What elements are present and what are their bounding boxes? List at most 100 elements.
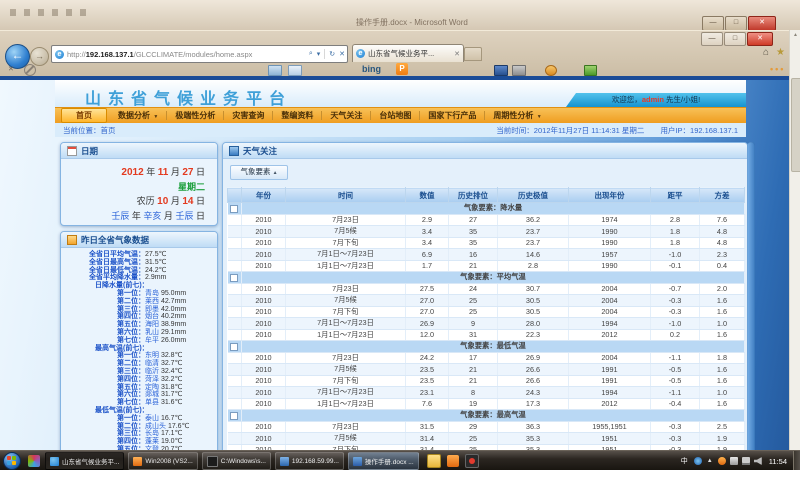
tray-network-globe-icon[interactable] bbox=[694, 457, 702, 465]
ie-minimize-button[interactable]: — bbox=[701, 32, 723, 46]
nav-item-7[interactable]: 国家下行产品 bbox=[421, 110, 483, 121]
nav-item-4[interactable]: 整编资料 bbox=[274, 110, 320, 121]
group-header-row[interactable]: 气象要素：最低气温 bbox=[228, 341, 745, 353]
film-icon[interactable] bbox=[512, 65, 526, 76]
tray-app-icon[interactable] bbox=[718, 457, 726, 465]
scrollbar-thumb[interactable] bbox=[791, 78, 800, 172]
taskbar-window-button[interactable]: C:\Windows\s... bbox=[202, 452, 271, 470]
table-row[interactable]: 20107月下旬23.52126.61991-0.51.6 bbox=[228, 375, 745, 387]
favorites-star-icon[interactable]: ★ bbox=[776, 47, 785, 58]
folder-icon[interactable] bbox=[427, 454, 441, 468]
station-link[interactable]: 菏泽 bbox=[145, 376, 161, 383]
checkbox[interactable] bbox=[230, 412, 238, 420]
station-link[interactable]: 成山头 bbox=[145, 423, 168, 430]
taskbar-window-button[interactable]: Win2008 (VS2... bbox=[128, 452, 197, 470]
disc-icon[interactable] bbox=[494, 65, 508, 76]
station-link[interactable]: 长岛 bbox=[145, 430, 161, 437]
station-link[interactable]: 即墨 bbox=[145, 306, 161, 313]
table-row[interactable]: 20107月23日2.92736.219742.87.6 bbox=[228, 214, 745, 226]
station-link[interactable]: 牟平 bbox=[145, 337, 161, 344]
group-header-row[interactable]: 气象要素：最高气温 bbox=[228, 410, 745, 422]
nav-item-3[interactable]: 灾害查询 bbox=[225, 110, 271, 121]
action-center-flag-icon[interactable] bbox=[730, 457, 738, 465]
minimize-button[interactable]: — bbox=[702, 16, 724, 31]
taskbar-window-button[interactable]: 山东省气候业务平... bbox=[45, 452, 124, 470]
station-link[interactable]: 单县 bbox=[145, 399, 161, 406]
station-link[interactable]: 蓬莱 bbox=[145, 438, 161, 445]
checkbox[interactable] bbox=[230, 343, 238, 351]
station-link[interactable]: 东明 bbox=[145, 352, 161, 359]
language-indicator[interactable]: 中 bbox=[681, 456, 688, 466]
station-link[interactable]: 乳山 bbox=[145, 329, 161, 336]
scroll-up-icon[interactable]: ▲ bbox=[790, 32, 800, 38]
station-link[interactable]: 泰山 bbox=[145, 415, 161, 422]
cards-icon[interactable] bbox=[268, 65, 282, 76]
station-link[interactable]: 青岛 bbox=[145, 290, 161, 297]
table-row[interactable]: 20101月1日～7月23日1.7212.81990-0.10.4 bbox=[228, 260, 745, 272]
checkbox[interactable] bbox=[230, 274, 238, 282]
station-link[interactable]: 临清 bbox=[145, 360, 161, 367]
media-player-icon[interactable] bbox=[465, 454, 479, 468]
table-row[interactable]: 20107月5候31.42535.31951-0.31.9 bbox=[228, 433, 745, 445]
ie-close-button[interactable]: ✕ bbox=[747, 32, 773, 46]
refresh-icon[interactable]: ↻ bbox=[329, 50, 335, 58]
start-button[interactable] bbox=[3, 452, 21, 470]
nav-item-8[interactable]: 周期性分析 ▼ bbox=[486, 110, 548, 121]
pinned-app-icon[interactable] bbox=[28, 455, 40, 467]
maximize-button[interactable]: □ bbox=[725, 16, 747, 31]
station-link[interactable]: 烟台 bbox=[145, 313, 161, 320]
nav-item-5[interactable]: 天气关注 bbox=[323, 110, 369, 121]
green-addon-icon[interactable] bbox=[584, 65, 597, 76]
toolbar-close-icon[interactable]: ✕ bbox=[8, 65, 14, 73]
home-icon[interactable]: ⌂ bbox=[763, 47, 769, 58]
nav-item-6[interactable]: 台站地图 bbox=[372, 110, 418, 121]
network-icon[interactable] bbox=[742, 457, 750, 465]
bing-logo[interactable]: bing bbox=[362, 64, 381, 74]
more-options-icon[interactable]: ••• bbox=[770, 64, 785, 74]
table-row[interactable]: 20107月5候27.02530.52004-0.31.6 bbox=[228, 295, 745, 307]
element-filter-button[interactable]: 气象要素 ▲ bbox=[230, 165, 288, 180]
url-text[interactable]: http://192.168.137.1/GLCCLIMATE/modules/… bbox=[67, 50, 307, 59]
station-link[interactable]: 海阳 bbox=[145, 321, 161, 328]
table-row[interactable]: 20101月1日～7月23日12.03122.320120.21.6 bbox=[228, 329, 745, 341]
stop-icon[interactable]: ✕ bbox=[339, 50, 345, 58]
orange-pinned-icon[interactable] bbox=[447, 455, 459, 467]
table-row[interactable]: 20107月5候3.43523.719901.84.8 bbox=[228, 226, 745, 238]
group-header-row[interactable]: 气象要素：降水量 bbox=[228, 203, 745, 215]
dropdown-icon[interactable]: ▾ bbox=[317, 50, 321, 58]
taskbar-window-button[interactable]: 操作手册.docx ... bbox=[348, 452, 419, 470]
table-row[interactable]: 20107月下旬27.02530.52004-0.31.6 bbox=[228, 306, 745, 318]
new-tab-button[interactable] bbox=[464, 47, 482, 61]
table-row[interactable]: 20107月1日～7月23日23.1824.31994-1.11.0 bbox=[228, 387, 745, 399]
station-link[interactable]: 郯城 bbox=[145, 391, 161, 398]
table-row[interactable]: 20107月5候23.52126.61991-0.51.6 bbox=[228, 364, 745, 376]
station-link[interactable]: 定陶 bbox=[145, 384, 161, 391]
browser-scrollbar[interactable]: ▲ ▼ bbox=[789, 30, 800, 470]
table-row[interactable]: 20107月1日～7月23日26.9928.01994-1.01.0 bbox=[228, 318, 745, 330]
station-link[interactable]: 临沂 bbox=[145, 368, 161, 375]
table-row[interactable]: 20107月23日24.21726.92004-1.11.8 bbox=[228, 352, 745, 364]
table-row[interactable]: 20107月1日～7月23日6.91614.61957-1.02.3 bbox=[228, 249, 745, 261]
clock[interactable]: 11:54 bbox=[769, 457, 787, 466]
blocker-icon[interactable] bbox=[24, 64, 36, 76]
mail-icon[interactable] bbox=[288, 65, 302, 76]
nav-item-1[interactable]: 数据分析 ▼ bbox=[111, 110, 165, 121]
address-bar[interactable]: e http://192.168.137.1/GLCCLIMATE/module… bbox=[51, 45, 348, 63]
nav-item-0[interactable]: 首页 bbox=[61, 108, 107, 123]
taskbar-window-button[interactable]: 192.168.59.99... bbox=[275, 452, 344, 470]
table-row[interactable]: 20107月23日31.52936.31955,1951-0.32.5 bbox=[228, 421, 745, 433]
table-row[interactable]: 20101月1日～7月23日7.61917.32012-0.41.6 bbox=[228, 398, 745, 410]
close-button[interactable]: ✕ bbox=[748, 16, 776, 31]
station-link[interactable]: 莱西 bbox=[145, 298, 161, 305]
orange-app-icon[interactable]: P bbox=[396, 63, 408, 75]
person-sparkle-icon[interactable] bbox=[545, 65, 557, 76]
nav-item-2[interactable]: 极端性分析 bbox=[168, 110, 222, 121]
tab-close-icon[interactable]: ✕ bbox=[451, 50, 463, 58]
checkbox[interactable] bbox=[230, 205, 238, 213]
volume-icon[interactable] bbox=[754, 457, 762, 465]
table-row[interactable]: 20107月23日27.52430.72004-0.72.0 bbox=[228, 283, 745, 295]
browser-tab[interactable]: e 山东省气候业务平... ✕ bbox=[352, 44, 464, 62]
group-header-row[interactable]: 气象要素：平均气温 bbox=[228, 272, 745, 284]
page-scrollbar[interactable] bbox=[747, 142, 755, 462]
search-icon[interactable]: ⌕ bbox=[309, 50, 313, 58]
